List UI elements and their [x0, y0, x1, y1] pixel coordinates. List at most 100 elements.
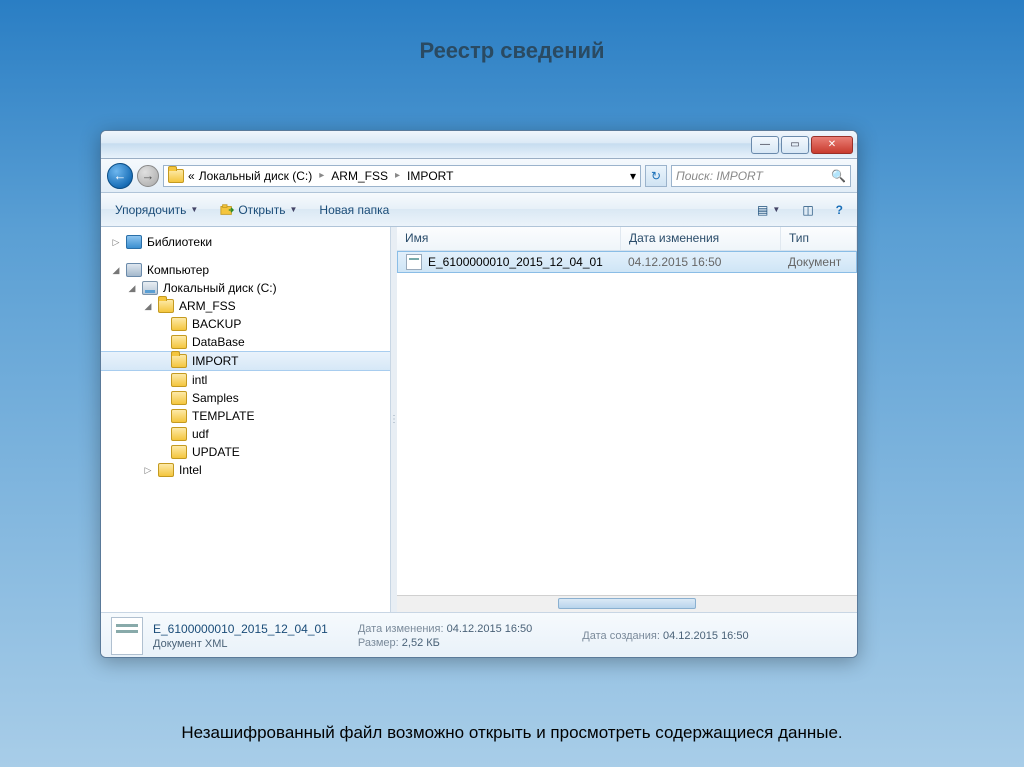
tree-label: Компьютер [147, 263, 209, 277]
folder-icon [158, 299, 174, 313]
tree-libraries[interactable]: ▷ Библиотеки [101, 233, 390, 251]
tree-computer[interactable]: ◢ Компьютер [101, 261, 390, 279]
file-large-icon [111, 617, 143, 655]
tree-armfss[interactable]: ◢ ARM_FSS [101, 297, 390, 315]
organize-button[interactable]: Упорядочить ▼ [109, 200, 204, 220]
modified-label: Дата изменения: [358, 623, 444, 635]
modified-value: 04.12.2015 16:50 [447, 623, 533, 635]
forward-button[interactable]: → [137, 165, 159, 187]
search-placeholder: Поиск: IMPORT [676, 169, 763, 183]
open-button[interactable]: Открыть ▼ [214, 200, 303, 220]
tree-label: ARM_FSS [179, 299, 236, 313]
tree-pane[interactable]: ▷ Библиотеки ◢ Компьютер ◢ Локальный дис… [101, 227, 391, 612]
file-type: Документ [780, 255, 856, 269]
breadcrumb-disk[interactable]: Локальный диск (C:) [199, 169, 313, 183]
maximize-button[interactable]: ▭ [781, 136, 809, 154]
tree-folder-update[interactable]: UPDATE [101, 443, 390, 461]
preview-icon: ◫ [802, 203, 813, 217]
tree-label: DataBase [192, 335, 245, 349]
tree-label: Библиотеки [147, 235, 212, 249]
tree-label: Локальный диск (C:) [163, 281, 277, 295]
chevron-down-icon: ▼ [772, 205, 780, 214]
tree-label: IMPORT [192, 354, 238, 368]
folder-icon [158, 463, 174, 477]
open-icon [220, 203, 234, 217]
column-headers: Имя Дата изменения Тип [397, 227, 857, 251]
titlebar: — ▭ ✕ [101, 131, 857, 159]
details-filetype: Документ XML [153, 638, 328, 650]
disk-icon [142, 281, 158, 295]
libraries-icon [126, 235, 142, 249]
col-date[interactable]: Дата изменения [621, 227, 781, 250]
created-label: Дата создания: [582, 630, 660, 642]
close-button[interactable]: ✕ [811, 136, 853, 154]
address-bar: ← → « Локальный диск (C:) ▸ ARM_FSS ▸ IM… [101, 159, 857, 193]
organize-label: Упорядочить [115, 203, 186, 217]
minimize-button[interactable]: — [751, 136, 779, 154]
details-pane: E_6100000010_2015_12_04_01 Документ XML … [101, 613, 857, 658]
view-icon: ▤ [757, 203, 768, 217]
tree-label: Intel [179, 463, 202, 477]
folder-icon [171, 409, 187, 423]
view-button[interactable]: ▤ ▼ [751, 200, 786, 220]
breadcrumb-import[interactable]: IMPORT [407, 169, 453, 183]
folder-icon [171, 335, 187, 349]
col-type[interactable]: Тип [781, 227, 857, 250]
newfolder-label: Новая папка [319, 203, 389, 217]
chevron-right-icon: ▸ [316, 170, 327, 181]
scrollbar-thumb[interactable] [558, 598, 696, 609]
help-button[interactable]: ? [830, 200, 849, 220]
tree-disk[interactable]: ◢ Локальный диск (C:) [101, 279, 390, 297]
preview-pane-button[interactable]: ◫ [796, 200, 819, 220]
expand-icon[interactable]: ▷ [143, 465, 153, 476]
expand-icon[interactable]: ▷ [111, 237, 121, 248]
collapse-icon[interactable]: ◢ [127, 283, 137, 294]
breadcrumb-chevrons: « [188, 169, 195, 183]
folder-icon [171, 427, 187, 441]
details-filename: E_6100000010_2015_12_04_01 [153, 622, 328, 636]
tree-label: intl [192, 373, 207, 387]
explorer-window: — ▭ ✕ ← → « Локальный диск (C:) ▸ ARM_FS… [100, 130, 858, 658]
slide-caption: Незашифрованный файл возможно открыть и … [0, 723, 1024, 743]
tree-folder-samples[interactable]: Samples [101, 389, 390, 407]
toolbar: Упорядочить ▼ Открыть ▼ Новая папка ▤ ▼ … [101, 193, 857, 227]
back-button[interactable]: ← [107, 163, 133, 189]
search-input[interactable]: Поиск: IMPORT 🔍 [671, 165, 851, 187]
col-name[interactable]: Имя [397, 227, 621, 250]
folder-icon [171, 391, 187, 405]
chevron-down-icon: ▼ [289, 205, 297, 214]
slide-title: Реестр сведений [0, 0, 1024, 82]
size-value: 2,52 КБ [402, 637, 440, 649]
file-row[interactable]: E_6100000010_2015_12_04_01 04.12.2015 16… [397, 251, 857, 273]
newfolder-button[interactable]: Новая папка [313, 200, 395, 220]
file-pane: Имя Дата изменения Тип E_6100000010_2015… [397, 227, 857, 612]
refresh-button[interactable]: ↻ [645, 165, 667, 187]
horizontal-scrollbar[interactable] [397, 595, 857, 612]
collapse-icon[interactable]: ◢ [111, 265, 121, 276]
tree-folder-database[interactable]: DataBase [101, 333, 390, 351]
computer-icon [126, 263, 142, 277]
tree-folder-backup[interactable]: BACKUP [101, 315, 390, 333]
tree-label: udf [192, 427, 209, 441]
tree-label: TEMPLATE [192, 409, 254, 423]
search-icon[interactable]: 🔍 [831, 169, 846, 183]
tree-label: BACKUP [192, 317, 241, 331]
tree-folder-udf[interactable]: udf [101, 425, 390, 443]
xml-file-icon [406, 254, 422, 270]
size-label: Размер: [358, 637, 399, 649]
address-dropdown-icon[interactable]: ▾ [630, 169, 636, 183]
tree-folder-import[interactable]: IMPORT [101, 351, 390, 371]
tree-label: UPDATE [192, 445, 240, 459]
help-icon: ? [836, 203, 843, 217]
tree-folder-template[interactable]: TEMPLATE [101, 407, 390, 425]
open-label: Открыть [238, 203, 285, 217]
breadcrumb-armfss[interactable]: ARM_FSS [331, 169, 388, 183]
tree-folder-intel[interactable]: ▷ Intel [101, 461, 390, 479]
tree-folder-intl[interactable]: intl [101, 371, 390, 389]
chevron-right-icon: ▸ [392, 170, 403, 181]
collapse-icon[interactable]: ◢ [143, 301, 153, 312]
address-field[interactable]: « Локальный диск (C:) ▸ ARM_FSS ▸ IMPORT… [163, 165, 641, 187]
file-name: E_6100000010_2015_12_04_01 [428, 255, 603, 269]
tree-label: Samples [192, 391, 239, 405]
folder-icon [171, 317, 187, 331]
